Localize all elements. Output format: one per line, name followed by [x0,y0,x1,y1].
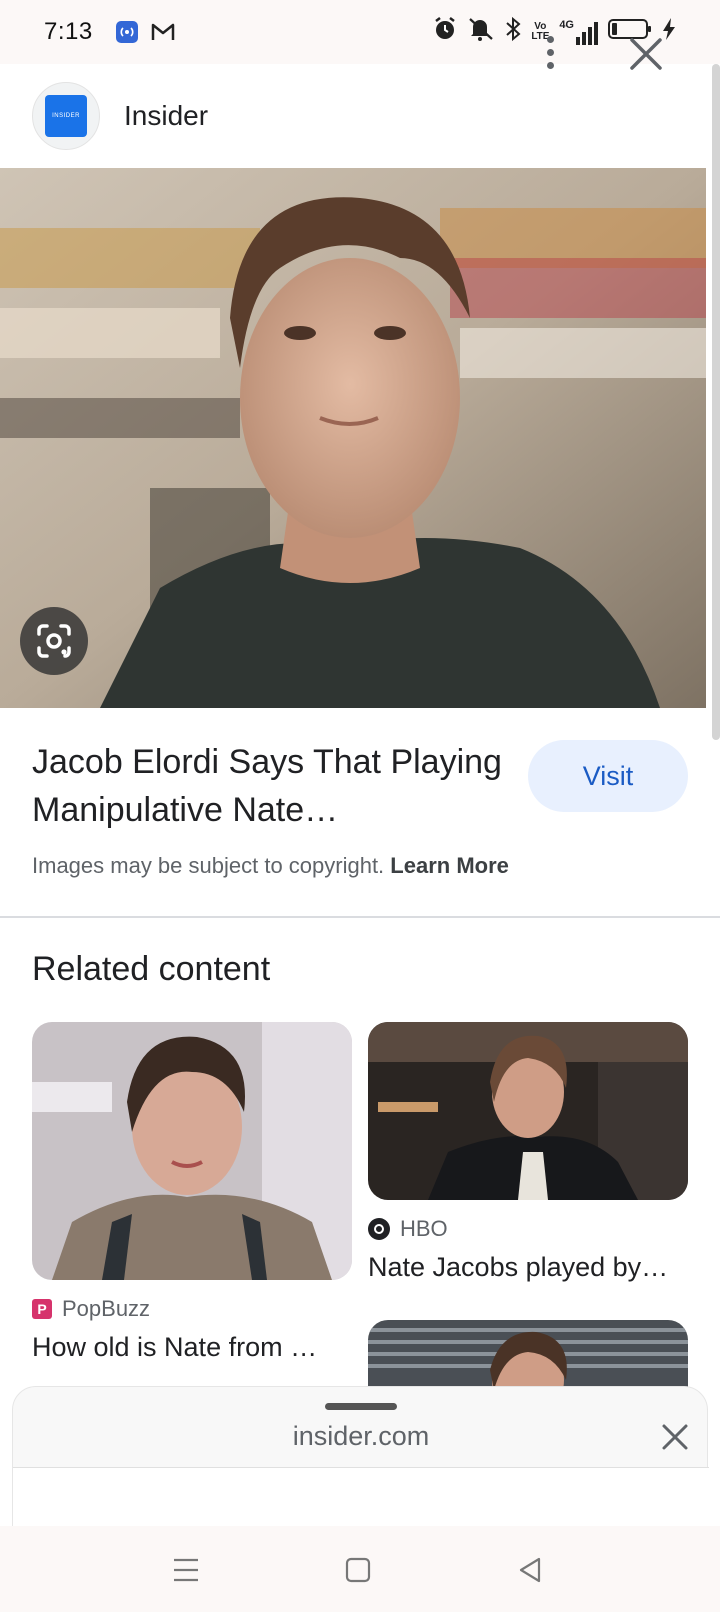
visit-button[interactable]: Visit [528,740,688,812]
site-preview-sheet[interactable]: insider.com [12,1386,709,1527]
related-source-1: P PopBuzz [32,1296,150,1322]
site-logo[interactable]: INSIDER [32,82,100,150]
bluetooth-icon [505,16,521,47]
popbuzz-logo-icon: P [32,1299,52,1319]
gmail-icon [151,22,175,42]
home-square-icon [345,1557,371,1583]
alarm-icon [433,16,457,47]
sheet-url: insider.com [292,1421,430,1451]
site-name[interactable]: Insider [124,100,208,132]
google-lens-icon [37,624,71,658]
related-card-image-1[interactable] [32,1022,352,1280]
insider-logo-icon: INSIDER [45,95,87,137]
scrollbar[interactable] [712,64,720,740]
related-title-2[interactable]: Nate Jacobs played by… [368,1252,688,1283]
result-header: INSIDER Insider [0,64,712,168]
related-source-2: HBO [368,1216,448,1242]
result-title[interactable]: Jacob Elordi Says That Playing Manipulat… [32,738,502,834]
copyright-text: Images may be subject to copyright. [32,853,385,878]
close-icon [662,1424,688,1450]
menu-icon [174,1558,198,1582]
copyright-notice: Images may be subject to copyright. Lear… [32,853,509,879]
mute-icon [467,16,495,47]
navigation-bar [0,1526,720,1612]
close-icon [630,38,662,70]
related-title-1[interactable]: How old is Nate from … [32,1332,352,1363]
related-card-image-2[interactable] [368,1022,688,1200]
home-button[interactable] [336,1548,380,1592]
recents-button[interactable] [164,1548,208,1592]
sheet-content [13,1467,709,1527]
more-vert-icon [546,35,554,43]
related-content-heading: Related content [32,950,271,988]
hotspot-icon [115,20,139,44]
back-triangle-icon [519,1557,541,1583]
google-lens-button[interactable] [20,607,88,675]
status-time: 7:13 [44,18,93,45]
status-bar: 7:13 Vo LTE 4G [0,0,720,64]
hero-image[interactable] [0,168,706,708]
related-source-name: HBO [400,1216,448,1241]
drag-handle[interactable] [325,1403,397,1410]
more-options-button[interactable] [534,30,566,74]
sheet-close-button[interactable] [657,1419,693,1455]
back-button[interactable] [508,1548,552,1592]
divider [0,916,720,918]
close-button[interactable] [624,32,668,76]
hbo-logo-icon [368,1218,390,1240]
learn-more-link[interactable]: Learn More [390,853,509,878]
related-source-name: PopBuzz [62,1296,151,1321]
